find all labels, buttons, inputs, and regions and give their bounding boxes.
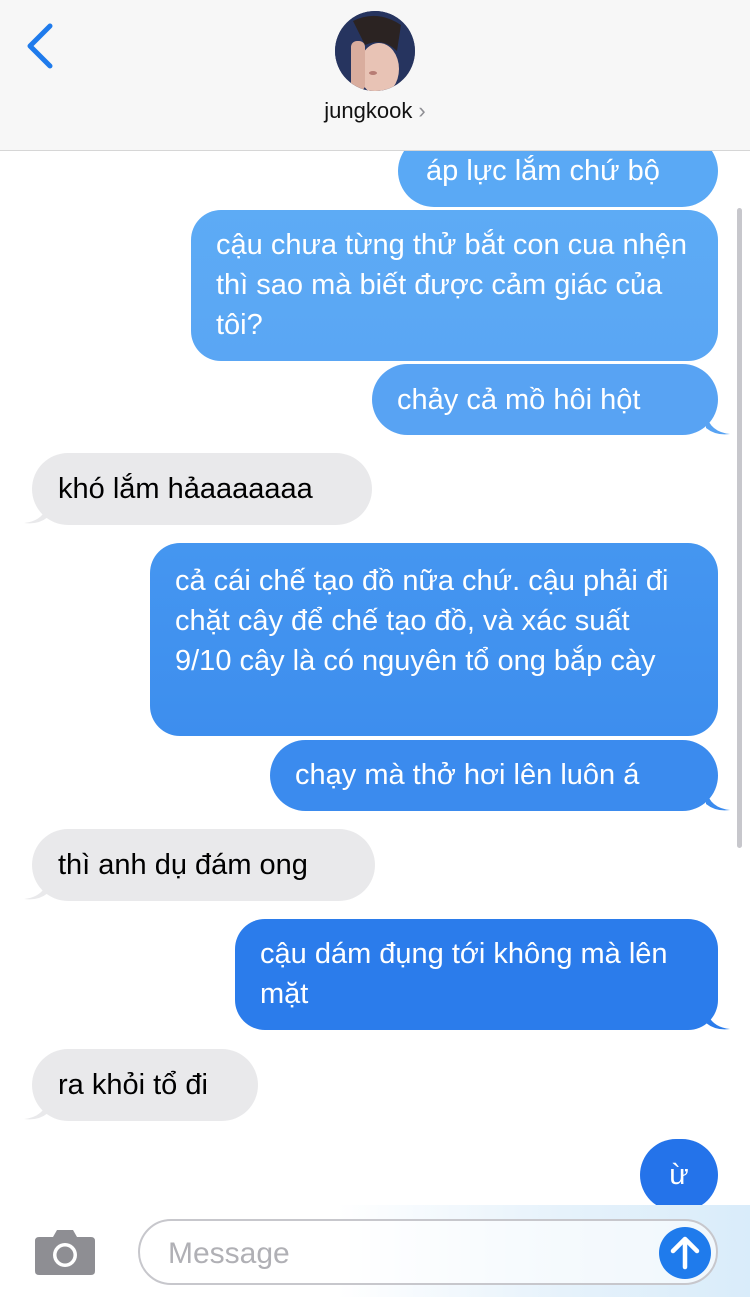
contact-name: jungkook [324,98,413,123]
sent-message[interactable]: cậu chưa từng thử bắt con cua nhện thì s… [191,210,718,361]
conversation-header: jungkook › [0,0,750,151]
sent-message[interactable]: chảy cả mồ hôi hột [372,364,718,435]
message-input-bar [0,1205,750,1297]
camera-button[interactable] [33,1227,97,1277]
bubble-tail [706,790,730,811]
message-text: ừ [669,1159,689,1191]
message-text: ra khỏi tổ đi [58,1069,208,1101]
message-text: cả cái chế tạo đồ nữa chứ. cậu phải đi c… [175,565,669,677]
bubble-tail [706,414,730,435]
bubble-tail [706,1009,730,1030]
message-field[interactable] [138,1219,718,1285]
contact-avatar[interactable] [335,11,415,91]
contact-name-row[interactable]: jungkook › [0,98,750,124]
message-input[interactable] [166,1231,630,1277]
back-button[interactable] [22,22,62,70]
message-text: chạy mà thở hơi lên luôn á [295,759,640,791]
sent-message[interactable]: cả cái chế tạo đồ nữa chứ. cậu phải đi c… [150,543,718,736]
received-message[interactable]: ra khỏi tổ đi [32,1049,258,1121]
avatar-photo [335,11,415,91]
chevron-right-icon: › [418,98,426,123]
sent-message[interactable]: cậu dám đụng tới không mà lên mặt [235,919,718,1030]
message-text: cậu dám đụng tới không mà lên mặt [260,938,668,1010]
message-text: thì anh dụ đám ong [58,849,308,881]
camera-icon [35,1230,95,1275]
sent-message[interactable]: chạy mà thở hơi lên luôn á [270,740,718,811]
send-button[interactable] [659,1227,711,1279]
bubble-tail [24,1099,48,1120]
scroll-indicator[interactable] [737,208,742,848]
message-text: áp lực lắm chứ bộ [426,155,660,187]
received-message[interactable]: khó lắm hảaaaaaaa [32,453,372,525]
sent-message[interactable]: ừ [640,1139,718,1211]
arrow-up-icon [670,1236,700,1270]
chevron-left-icon [27,23,53,69]
message-text: chảy cả mồ hôi hột [397,384,641,416]
bubble-tail [24,503,48,524]
message-text: khó lắm hảaaaaaaa [58,473,313,505]
received-message[interactable]: thì anh dụ đám ong [32,829,375,901]
message-text: cậu chưa từng thử bắt con cua nhện thì s… [216,229,687,341]
imessage-conversation-screen: jungkook › áp lực lắm chứ bộ cậu chưa từn… [0,0,750,1297]
bubble-tail [24,879,48,900]
